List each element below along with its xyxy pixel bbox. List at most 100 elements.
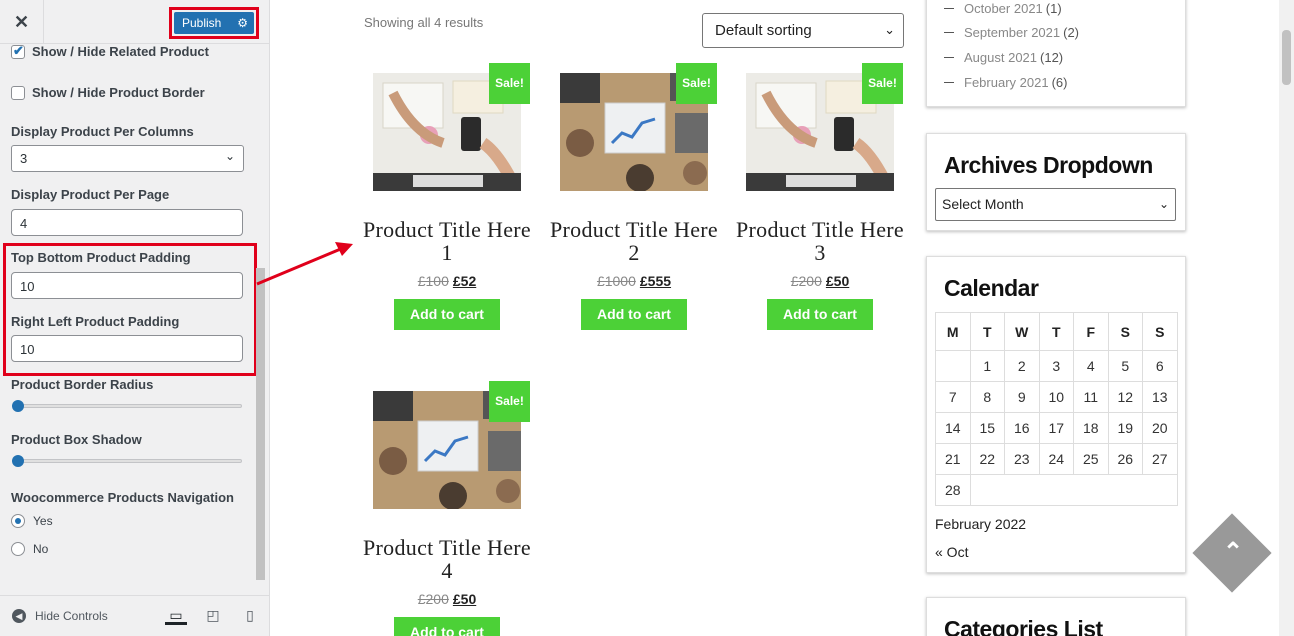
old-price: £200 — [417, 591, 449, 607]
chevron-down-icon: ⌄ — [884, 22, 895, 37]
add-to-cart-button[interactable]: Add to cart — [767, 299, 873, 330]
calendar-day: 16 — [1004, 412, 1040, 444]
tablet-preview-icon[interactable]: ◰ — [202, 605, 224, 625]
nav-no-radio[interactable] — [11, 542, 25, 556]
product-title[interactable]: Product Title Here 2 — [550, 218, 718, 264]
sorting-value: Default sorting — [715, 22, 812, 39]
day-header: S — [1107, 312, 1143, 351]
chevron-down-icon: ⌄ — [224, 149, 235, 163]
slider-handle[interactable] — [12, 455, 24, 467]
scroll-to-top-button[interactable]: ⌃ — [1192, 513, 1272, 593]
archives-dropdown-widget: Archives Dropdown Select Month ⌄ — [926, 133, 1186, 231]
add-to-cart-button[interactable]: Add to cart — [581, 299, 687, 330]
slider-handle[interactable] — [12, 400, 24, 412]
per-columns-select[interactable]: 3 ⌄ — [11, 145, 244, 172]
box-shadow-slider[interactable] — [12, 455, 242, 467]
archive-count: (6) — [1051, 74, 1068, 90]
panel-footer: ◀ Hide Controls ▭ ◰ ▯ — [0, 595, 269, 636]
per-page-input[interactable]: 4 — [11, 209, 243, 236]
nav-yes-option[interactable]: Yes — [11, 514, 53, 528]
product-price: £1000 £555 — [560, 273, 708, 289]
add-to-cart-button[interactable]: Add to cart — [394, 617, 500, 636]
page-scrollbar[interactable] — [1279, 0, 1294, 636]
calendar-day: 21 — [935, 443, 971, 475]
desktop-preview-icon[interactable]: ▭ — [165, 605, 187, 625]
calendar-day: 22 — [969, 443, 1005, 475]
sale-price: £50 — [452, 591, 477, 607]
sale-badge: Sale! — [489, 63, 530, 104]
scrollbar-thumb[interactable] — [1282, 30, 1291, 85]
calendar-day: 1 — [969, 350, 1005, 382]
show-border-option[interactable]: Show / Hide Product Border — [11, 85, 205, 100]
old-price: £1000 — [596, 273, 636, 289]
border-checkbox[interactable] — [11, 85, 25, 100]
customizer-panel: ✕ Publish ⚙ Show / Hide Related Product … — [0, 0, 270, 636]
top-bottom-padding-input[interactable]: 10 — [11, 272, 243, 299]
archive-month[interactable]: February 2021 — [964, 75, 1049, 90]
archive-item[interactable]: August 2021 (12) — [944, 45, 1079, 70]
archive-item[interactable]: February 2021 (6) — [944, 70, 1079, 95]
mobile-preview-icon[interactable]: ▯ — [239, 605, 261, 625]
per-columns-label: Display Product Per Columns — [11, 124, 194, 139]
archives-select-value: Select Month — [942, 196, 1024, 212]
hide-controls-button[interactable]: ◀ Hide Controls — [12, 609, 108, 623]
product-title[interactable]: Product Title Here 4 — [363, 536, 531, 582]
related-checkbox[interactable] — [11, 43, 25, 59]
archive-month[interactable]: September 2021 — [964, 25, 1060, 40]
calendar-day: 8 — [969, 381, 1005, 413]
panel-scrollbar[interactable] — [256, 268, 265, 580]
archives-widget: October 2021 (1) September 2021 (2) August… — [926, 0, 1186, 107]
day-header: T — [969, 312, 1005, 351]
calendar-day: 3 — [1038, 350, 1074, 382]
widget-title: Categories List — [944, 616, 1103, 636]
day-header: F — [1073, 312, 1109, 351]
sale-price: £50 — [825, 273, 850, 289]
archive-item[interactable]: September 2021 (2) — [944, 21, 1079, 46]
archive-count: (1) — [1045, 0, 1062, 16]
related-label: Show / Hide Related Product — [32, 44, 209, 59]
top-bottom-padding-label: Top Bottom Product Padding — [11, 250, 191, 265]
publish-button[interactable]: Publish ⚙ — [174, 12, 254, 34]
show-related-option[interactable]: Show / Hide Related Product — [11, 43, 209, 59]
product-title[interactable]: Product Title Here 3 — [736, 218, 904, 264]
nav-yes-radio[interactable] — [11, 514, 25, 528]
day-header: S — [1142, 312, 1178, 351]
hide-controls-label: Hide Controls — [35, 609, 108, 623]
archive-item[interactable]: October 2021 (1) — [944, 0, 1079, 21]
add-to-cart-button[interactable]: Add to cart — [394, 299, 500, 330]
border-radius-slider[interactable] — [12, 400, 242, 412]
per-page-label: Display Product Per Page — [11, 187, 170, 202]
calendar-day: 9 — [1004, 381, 1040, 413]
per-columns-value: 3 — [20, 151, 28, 166]
sale-price: £555 — [639, 273, 672, 289]
calendar-day: 12 — [1107, 381, 1143, 413]
nav-no-option[interactable]: No — [11, 542, 48, 556]
old-price: £100 — [417, 273, 449, 289]
chevron-down-icon: ⌄ — [1158, 197, 1169, 211]
calendar-table: M T W T F S S 123456 7 8 9 10 11 12 13 14 15 16 1… — [935, 312, 1178, 506]
calendar-prev-link[interactable]: « Oct — [935, 544, 968, 560]
product-price: £200 £50 — [746, 273, 894, 289]
calendar-day: 24 — [1038, 443, 1074, 475]
calendar-day: 19 — [1107, 412, 1143, 444]
calendar-empty-cell — [969, 474, 1178, 506]
archive-month[interactable]: August 2021 — [964, 50, 1037, 65]
calendar-day: 23 — [1004, 443, 1040, 475]
calendar-day: 26 — [1107, 443, 1143, 475]
archive-month[interactable]: October 2021 — [964, 1, 1043, 16]
calendar-widget: Calendar M T W T F S S 123456 7 8 9 10 11 12 1… — [926, 256, 1186, 573]
gear-icon[interactable]: ⚙ — [237, 12, 248, 34]
customizer-screen: { "panel": { "close_label": "✕", "publis… — [0, 0, 1294, 636]
calendar-day: 20 — [1142, 412, 1178, 444]
sorting-select[interactable]: Default sorting ⌄ — [702, 13, 904, 48]
product-title[interactable]: Product Title Here 1 — [363, 218, 531, 264]
navigation-label: Woocommerce Products Navigation — [11, 490, 234, 505]
calendar-day: 27 — [1142, 443, 1178, 475]
calendar-day: 17 — [1038, 412, 1074, 444]
close-customizer-button[interactable]: ✕ — [0, 0, 44, 44]
archives-month-select[interactable]: Select Month ⌄ — [935, 188, 1176, 221]
border-label: Show / Hide Product Border — [32, 85, 205, 100]
right-left-padding-input[interactable]: 10 — [11, 335, 243, 362]
border-radius-label: Product Border Radius — [11, 377, 154, 392]
annotation-arrow — [256, 242, 353, 286]
